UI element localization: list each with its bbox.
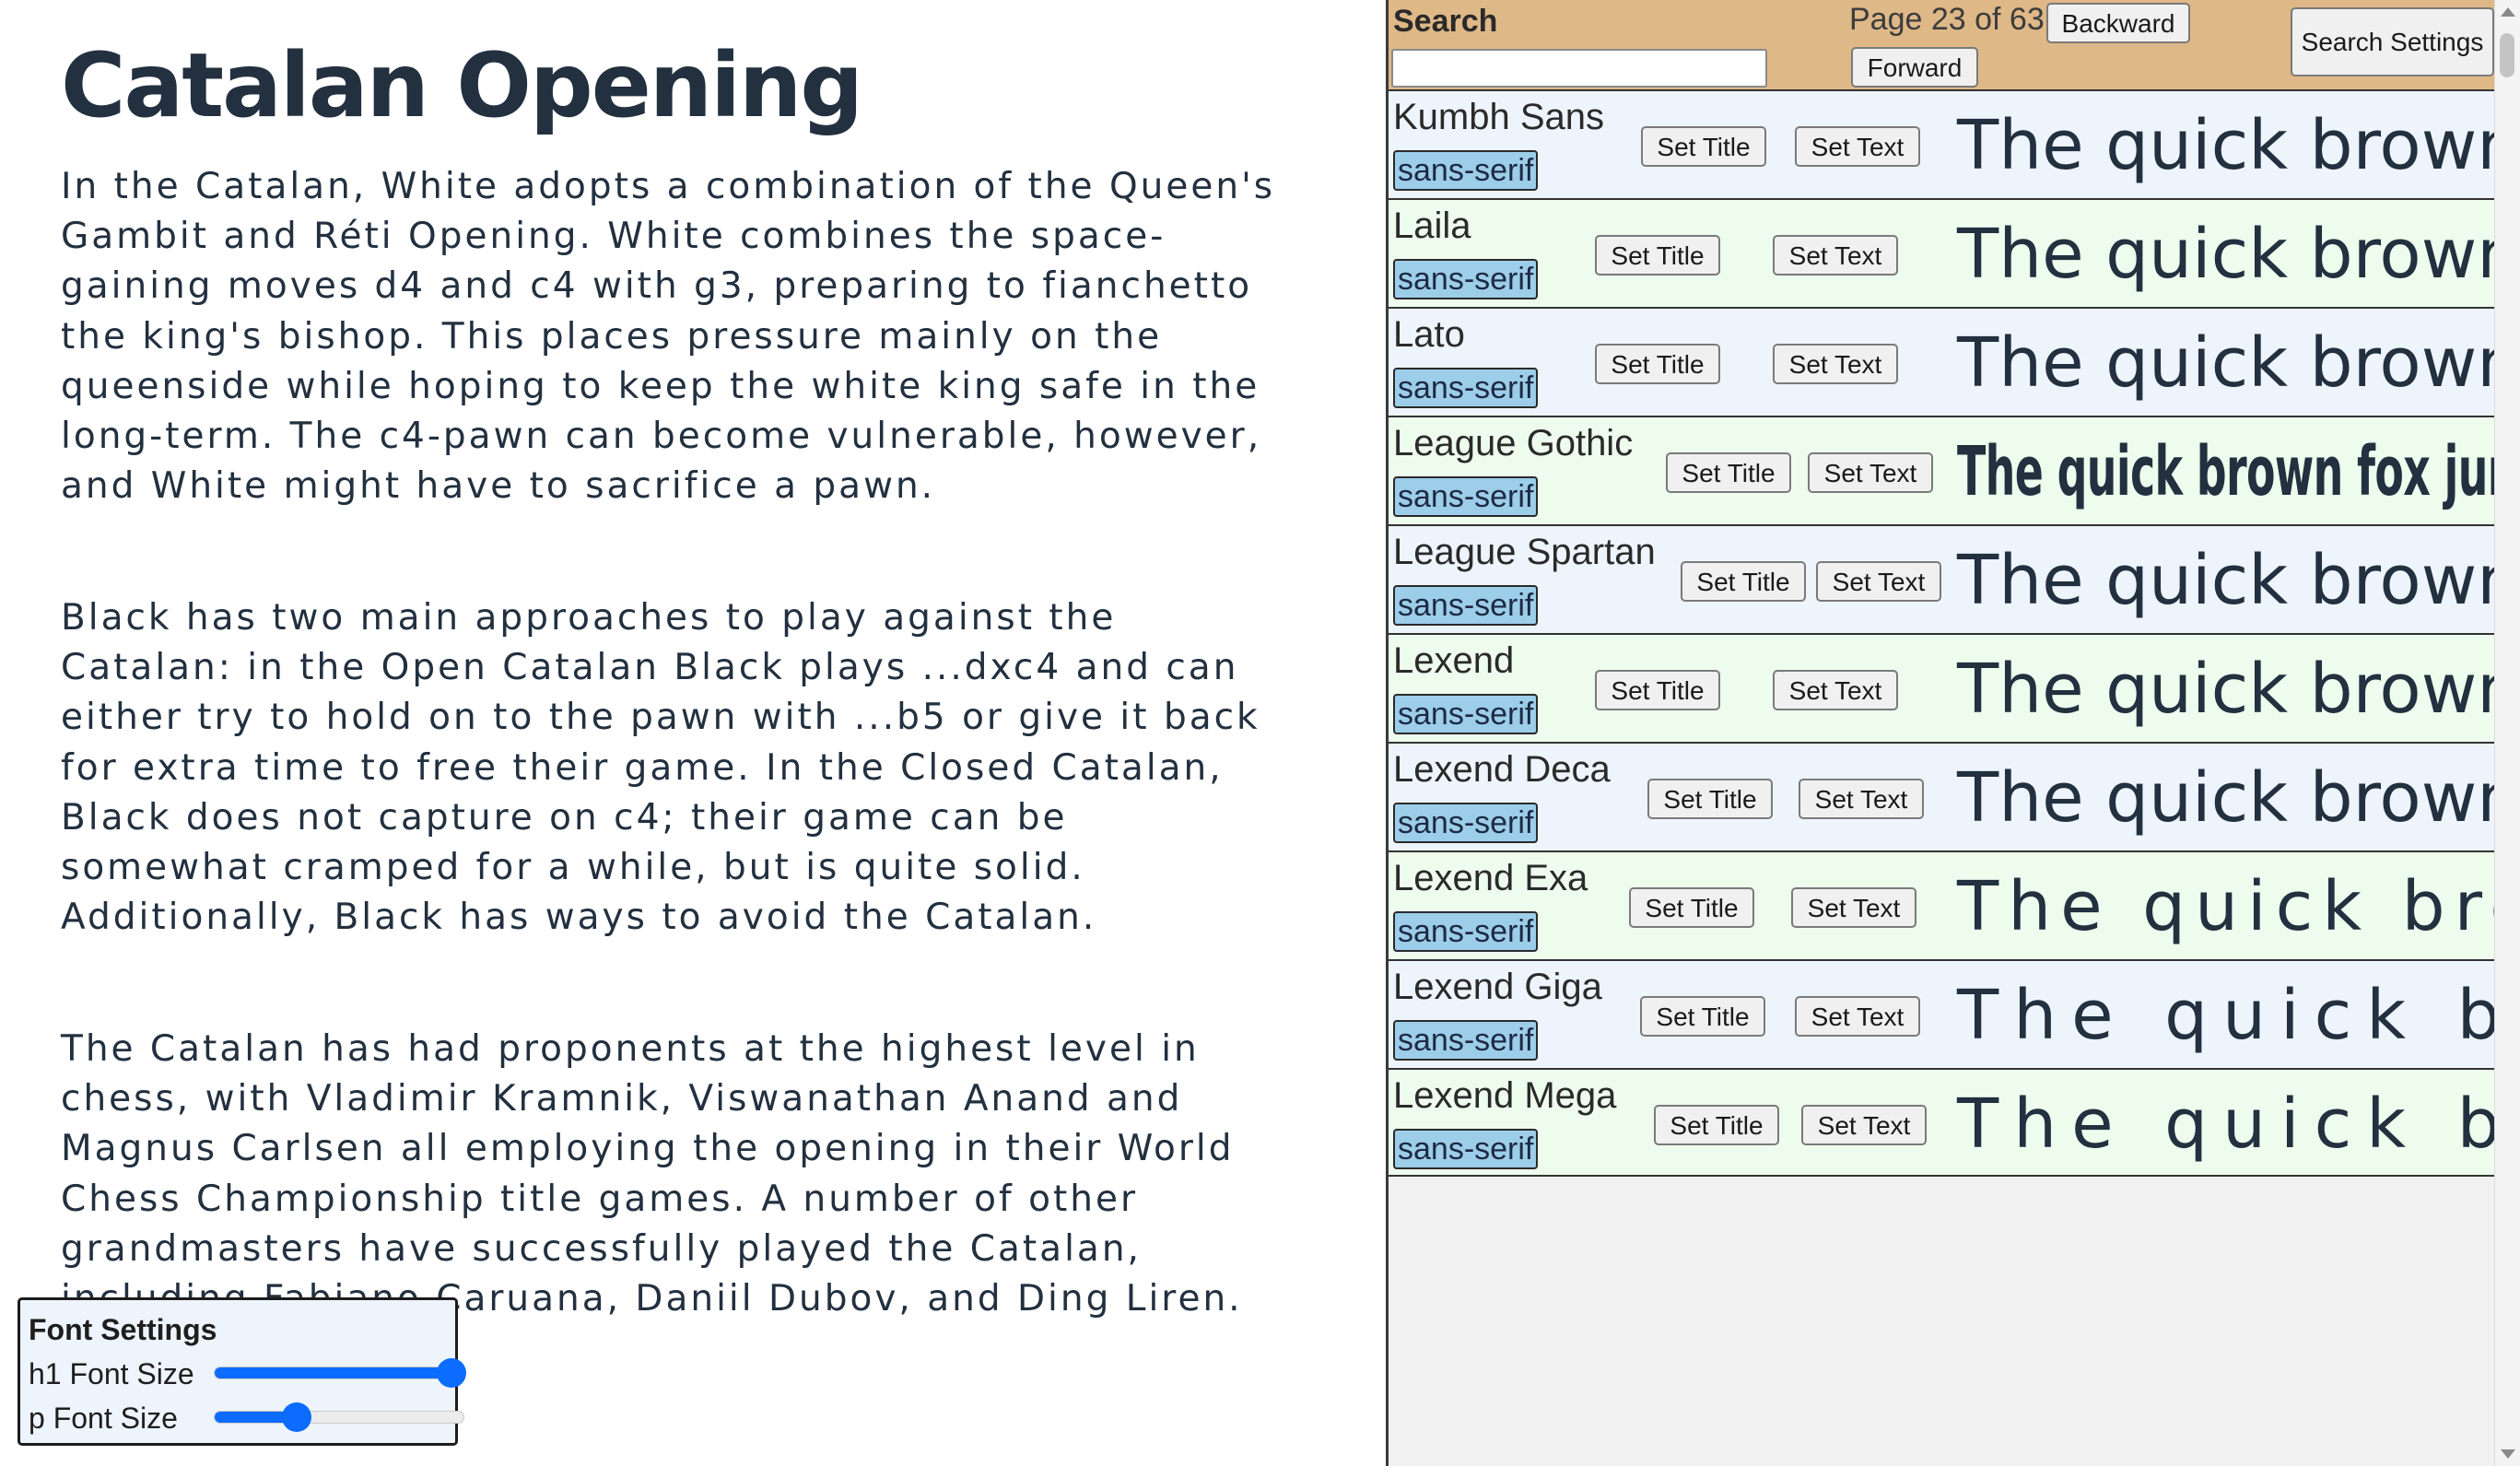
- backward-button[interactable]: Backward: [2046, 3, 2190, 43]
- set-title-button[interactable]: Set Title: [1641, 126, 1766, 167]
- set-title-button[interactable]: Set Title: [1640, 996, 1765, 1037]
- font-name: League Spartan: [1393, 532, 1656, 572]
- p-font-size-label: p Font Size: [29, 1401, 178, 1435]
- set-text-button[interactable]: Set Text: [1795, 126, 1920, 167]
- font-browser-panel: Search Page 23 of 63 Backward Forward Se…: [1389, 0, 2494, 1466]
- font-name: Laila: [1393, 205, 1471, 246]
- font-sample-text: The quick brown fox jumped over the lazy…: [1957, 1085, 2494, 1164]
- font-row: Lexend sans-serif Set Title Set Text The…: [1389, 633, 2494, 742]
- font-category-badge: sans-serif: [1393, 803, 1539, 843]
- font-sample-text: The quick brown fox jumped over the lazy…: [1957, 867, 2494, 946]
- font-category-badge: sans-serif: [1393, 368, 1539, 408]
- h1-font-size-slider[interactable]: [214, 1358, 466, 1388]
- set-text-button[interactable]: Set Text: [1773, 344, 1898, 384]
- set-text-button[interactable]: Set Text: [1801, 1105, 1927, 1145]
- set-title-button[interactable]: Set Title: [1595, 670, 1720, 710]
- font-category-badge: sans-serif: [1393, 150, 1539, 191]
- set-text-button[interactable]: Set Text: [1791, 887, 1916, 928]
- set-text-button[interactable]: Set Text: [1816, 561, 1941, 602]
- p-font-size-slider[interactable]: [214, 1402, 464, 1432]
- font-name: Lato: [1393, 314, 1465, 355]
- font-category-badge: sans-serif: [1393, 1020, 1539, 1061]
- font-row: Lexend Exa sans-serif Set Title Set Text…: [1389, 850, 2494, 959]
- set-text-button[interactable]: Set Text: [1773, 235, 1898, 276]
- font-name: Lexend Deca: [1393, 749, 1611, 790]
- set-title-button[interactable]: Set Title: [1654, 1105, 1779, 1145]
- font-row: Lexend Giga sans-serif Set Title Set Tex…: [1389, 959, 2494, 1068]
- font-row: Lexend Mega sans-serif Set Title Set Tex…: [1389, 1068, 2494, 1177]
- font-name: League Gothic: [1393, 423, 1634, 463]
- search-label: Search: [1393, 4, 1498, 39]
- set-title-button[interactable]: Set Title: [1681, 561, 1806, 602]
- font-category-badge: sans-serif: [1393, 1129, 1539, 1169]
- article: Catalan Opening In the Catalan, White ad…: [0, 0, 1387, 1466]
- font-sample-text: The quick brown fox jumped over the lazy…: [1957, 432, 2494, 511]
- search-input[interactable]: [1391, 49, 1767, 88]
- font-row: League Spartan sans-serif Set Title Set …: [1389, 524, 2494, 633]
- search-settings-button[interactable]: Search Settings: [2291, 7, 2494, 76]
- article-title: Catalan Opening: [61, 34, 863, 137]
- set-text-button[interactable]: Set Text: [1795, 996, 1920, 1037]
- set-title-button[interactable]: Set Title: [1595, 235, 1720, 276]
- page-indicator: Page 23 of 63: [1849, 2, 2045, 37]
- h1-slider-thumb[interactable]: [436, 1358, 466, 1388]
- font-list: Kumbh Sans sans-serif Set Title Set Text…: [1389, 89, 2494, 1177]
- font-name: Lexend Giga: [1393, 967, 1602, 1007]
- search-header: Search Page 23 of 63 Backward Forward Se…: [1389, 0, 2494, 89]
- h1-font-size-label: h1 Font Size: [29, 1357, 194, 1390]
- font-row: Kumbh Sans sans-serif Set Title Set Text…: [1389, 89, 2494, 198]
- font-settings-title: Font Settings: [29, 1313, 217, 1346]
- font-sample-text: The quick brown fox jumped over the lazy…: [1957, 541, 2494, 620]
- article-paragraph: In the Catalan, White adopts a combinati…: [61, 166, 1276, 508]
- set-title-button[interactable]: Set Title: [1595, 344, 1720, 384]
- font-row: Laila sans-serif Set Title Set Text The …: [1389, 198, 2494, 307]
- font-category-badge: sans-serif: [1393, 585, 1539, 626]
- font-category-badge: sans-serif: [1393, 911, 1539, 952]
- set-title-button[interactable]: Set Title: [1647, 779, 1773, 819]
- font-sample-text: The quick brown fox jumped over the lazy…: [1957, 323, 2494, 403]
- set-text-button[interactable]: Set Text: [1799, 779, 1924, 819]
- forward-button[interactable]: Forward: [1851, 47, 1978, 88]
- article-paragraph: The Catalan has had proponents at the hi…: [61, 1028, 1243, 1320]
- font-sample-text: The quick brown fox jumped over the lazy…: [1957, 215, 2494, 294]
- font-name: Lexend Mega: [1393, 1075, 1617, 1116]
- font-name: Kumbh Sans: [1393, 97, 1605, 137]
- font-settings-panel: Font Settings h1 Font Size p Font Size: [18, 1297, 466, 1446]
- h1-slider-fill: [215, 1367, 451, 1378]
- page-scrollbar[interactable]: [2494, 0, 2520, 1466]
- font-sample-text: The quick brown fox jumped over the lazy…: [1957, 758, 2494, 838]
- scroll-down-arrow-icon[interactable]: [2501, 1449, 2515, 1459]
- set-title-button[interactable]: Set Title: [1666, 452, 1791, 493]
- font-category-badge: sans-serif: [1393, 259, 1539, 299]
- font-category-badge: sans-serif: [1393, 476, 1539, 517]
- font-name: Lexend Exa: [1393, 858, 1588, 898]
- font-sample-text: The quick brown fox jumped over the lazy…: [1957, 976, 2494, 1055]
- set-text-button[interactable]: Set Text: [1808, 452, 1933, 493]
- set-title-button[interactable]: Set Title: [1629, 887, 1754, 928]
- scrollbar-thumb[interactable]: [2500, 33, 2514, 77]
- font-sample-text: The quick brown fox jumped over the lazy…: [1957, 650, 2494, 729]
- scroll-up-arrow-icon[interactable]: [2501, 7, 2515, 17]
- font-row: Lexend Deca sans-serif Set Title Set Tex…: [1389, 742, 2494, 850]
- font-sample-text: The quick brown fox jumped over the lazy…: [1957, 106, 2494, 185]
- font-category-badge: sans-serif: [1393, 694, 1539, 734]
- p-slider-thumb[interactable]: [282, 1402, 312, 1432]
- article-paragraph: Black has two main approaches to play ag…: [61, 597, 1260, 939]
- font-name: Lexend: [1393, 640, 1515, 681]
- set-text-button[interactable]: Set Text: [1773, 670, 1898, 710]
- font-row: Lato sans-serif Set Title Set Text The q…: [1389, 307, 2494, 416]
- font-row: League Gothic sans-serif Set Title Set T…: [1389, 416, 2494, 524]
